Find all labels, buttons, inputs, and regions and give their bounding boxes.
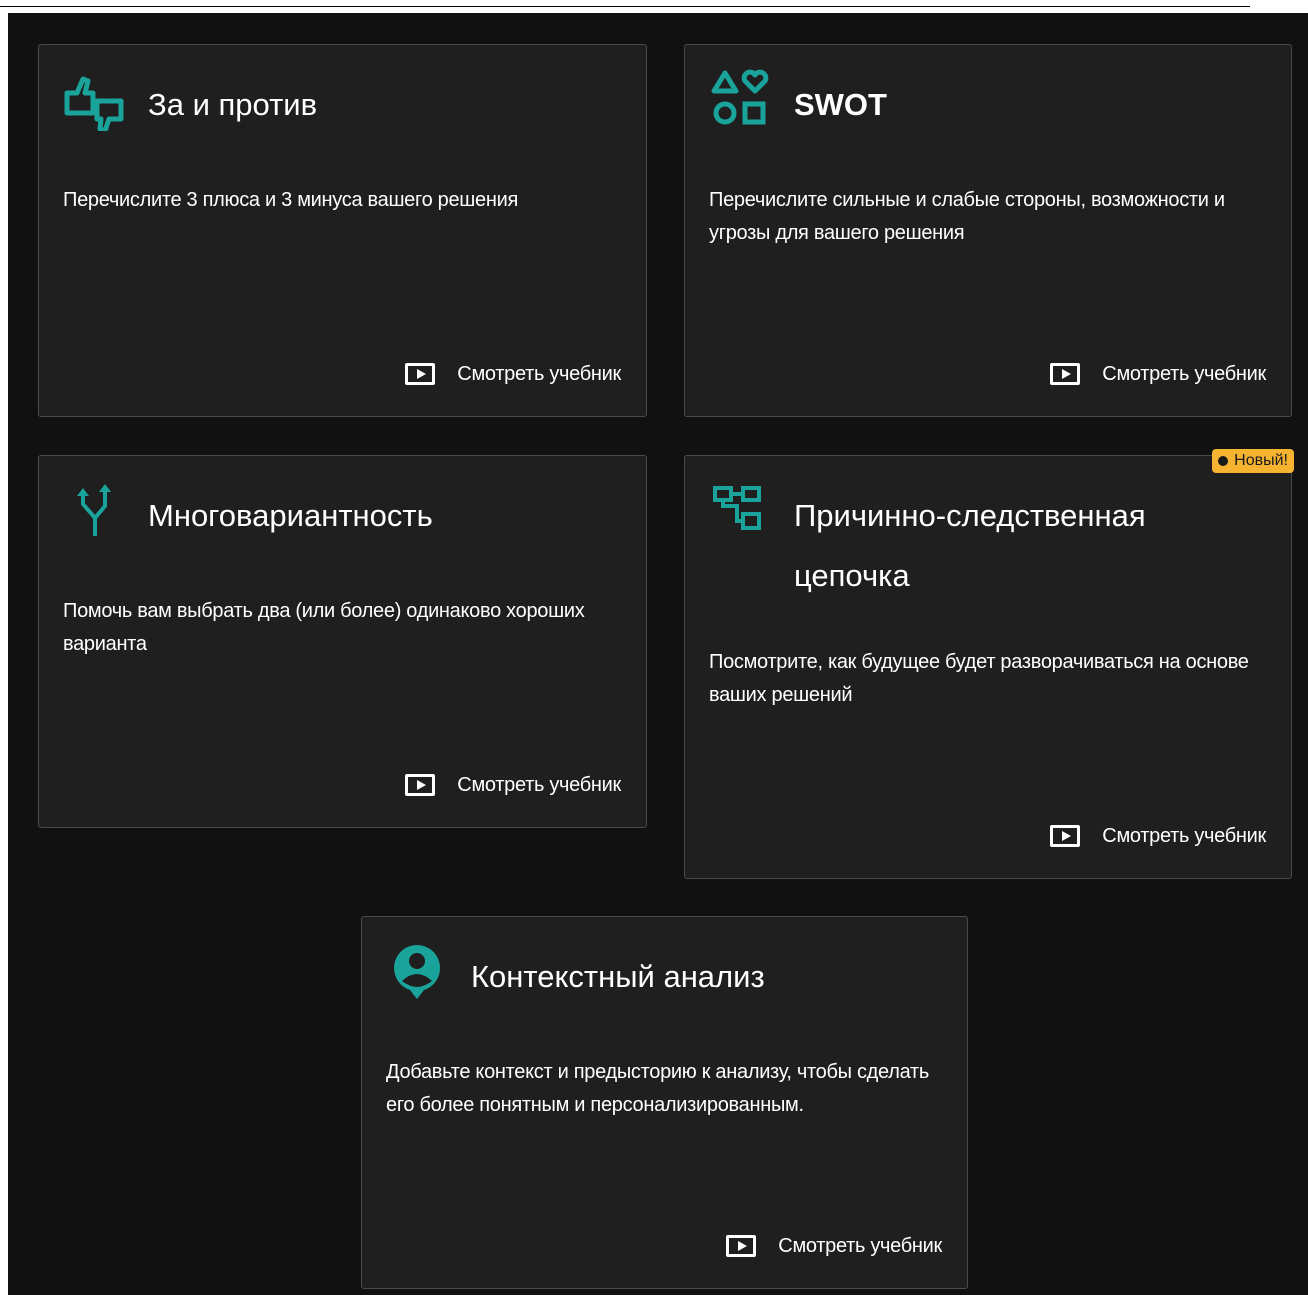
play-icon (1050, 825, 1081, 847)
new-badge-label: Новый! (1234, 452, 1288, 469)
tools-grid: За и против Перечислите 3 плюса и 3 мину… (8, 13, 1308, 1295)
person-pin-icon (386, 941, 448, 1003)
card-description: Помочь вам выбрать два (или более) одина… (63, 600, 585, 655)
play-icon (405, 774, 436, 796)
card-description: Перечислите сильные и слабые стороны, во… (709, 189, 1225, 244)
thumbs-up-down-icon (63, 69, 125, 131)
card-title: Причинно-следственная цепочка (794, 498, 1146, 593)
play-icon (726, 1235, 757, 1257)
card-context-analysis[interactable]: Контекстный анализ Добавьте контекст и п… (361, 916, 968, 1289)
play-icon (1050, 363, 1081, 385)
watch-tutorial-label: Смотреть учебник (1102, 362, 1266, 385)
watch-tutorial-button[interactable]: Смотреть учебник (1050, 821, 1266, 851)
card-description: Перечислите 3 плюса и 3 минуса вашего ре… (63, 189, 519, 211)
split-arrows-icon (63, 480, 125, 542)
info-icon (1218, 456, 1229, 466)
card-description: Добавьте контекст и предысторию к анализ… (386, 1061, 929, 1116)
watch-tutorial-label: Смотреть учебник (457, 773, 621, 796)
card-swot[interactable]: SWOT Перечислите сильные и слабые сторон… (684, 44, 1292, 417)
card-title: SWOT (794, 87, 887, 122)
card-multi-option[interactable]: Многовариантность Помочь вам выбрать два… (38, 455, 647, 828)
flowchart-icon (709, 480, 771, 542)
watch-tutorial-label: Смотреть учебник (1102, 824, 1266, 847)
card-pros-cons[interactable]: За и против Перечислите 3 плюса и 3 мину… (38, 44, 647, 417)
card-title: За и против (148, 87, 318, 122)
watch-tutorial-button[interactable]: Смотреть учебник (405, 359, 621, 389)
top-divider (0, 6, 1250, 7)
watch-tutorial-button[interactable]: Смотреть учебник (1050, 359, 1266, 389)
shapes-icon (709, 69, 771, 131)
card-title: Контекстный анализ (471, 959, 765, 994)
card-title: Многовариантность (148, 498, 433, 533)
watch-tutorial-button[interactable]: Смотреть учебник (726, 1231, 942, 1261)
card-cause-effect-chain[interactable]: Новый! Причинно-следственная цепочка Пос… (684, 449, 1294, 879)
card-description: Посмотрите, как будущее будет разворачив… (709, 651, 1249, 706)
watch-tutorial-label: Смотреть учебник (457, 362, 621, 385)
new-badge: Новый! (1212, 449, 1294, 473)
watch-tutorial-button[interactable]: Смотреть учебник (405, 770, 621, 800)
watch-tutorial-label: Смотреть учебник (778, 1234, 942, 1257)
play-icon (405, 363, 436, 385)
